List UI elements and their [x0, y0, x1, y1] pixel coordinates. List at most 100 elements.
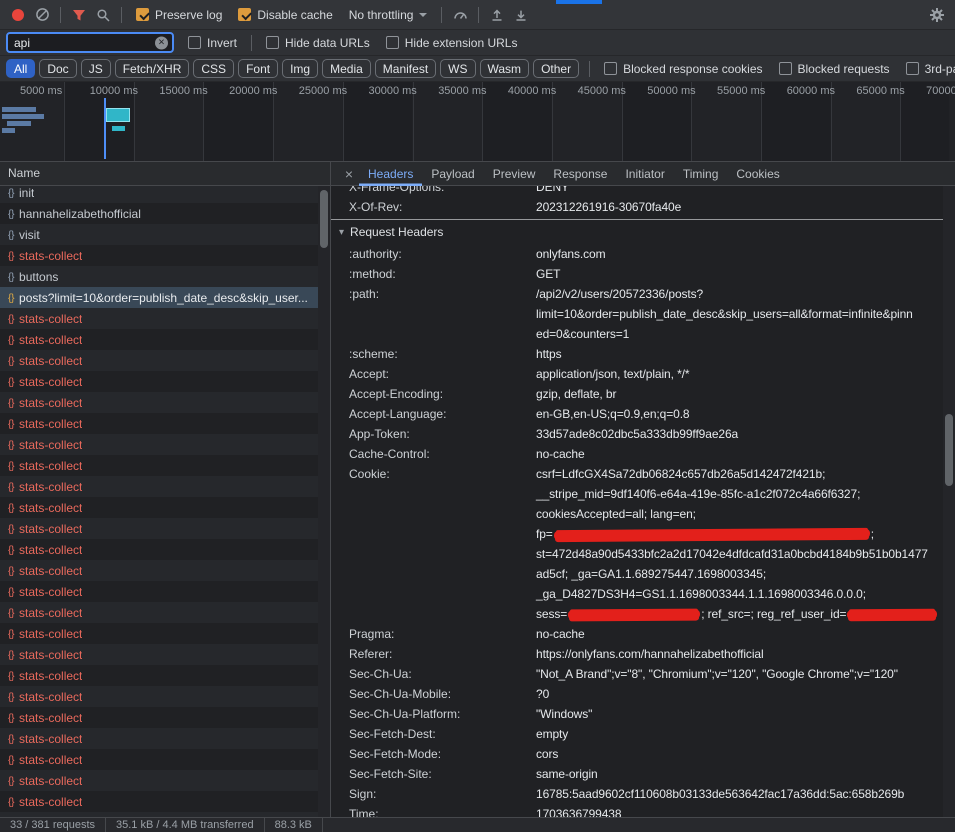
tab-response[interactable]: Response: [544, 162, 616, 186]
filter-checkbox-blocked-response-cookies[interactable]: Blocked response cookies: [604, 62, 762, 76]
request-row[interactable]: {}stats-collect: [0, 413, 318, 434]
type-filter-fetchxhr[interactable]: Fetch/XHR: [115, 59, 190, 78]
header-name: Referer:: [349, 644, 536, 664]
type-filter-manifest[interactable]: Manifest: [375, 59, 436, 78]
type-filter-all[interactable]: All: [6, 59, 35, 78]
request-row[interactable]: {}stats-collect: [0, 749, 318, 770]
filter-checkbox-blocked-requests[interactable]: Blocked requests: [779, 62, 890, 76]
export-har-button[interactable]: [509, 3, 533, 27]
request-row[interactable]: {}hannahelizabethofficial: [0, 203, 318, 224]
clear-button[interactable]: [30, 3, 54, 27]
devtools-network-panel: Preserve log Disable cache No throttling: [0, 0, 955, 832]
header-value: DENY: [536, 186, 943, 197]
header-row: Referer:https://onlyfans.com/hannaheliza…: [331, 644, 943, 664]
request-row[interactable]: {}stats-collect: [0, 245, 318, 266]
overview-strip[interactable]: 5000 ms10000 ms15000 ms20000 ms25000 ms3…: [0, 82, 955, 162]
request-row[interactable]: {}stats-collect: [0, 581, 318, 602]
script-icon: {}: [8, 712, 14, 724]
script-icon: {}: [8, 418, 14, 430]
request-row[interactable]: {}stats-collect: [0, 329, 318, 350]
type-filter-doc[interactable]: Doc: [39, 59, 76, 78]
request-row[interactable]: {}buttons: [0, 266, 318, 287]
record-button[interactable]: [6, 3, 30, 27]
header-text: limit=10&order=publish_date_desc&skip_us…: [536, 307, 913, 321]
request-row[interactable]: {}stats-collect: [0, 644, 318, 665]
header-row: Sec-Fetch-Mode:cors: [331, 744, 943, 764]
header-value-line: same-origin: [536, 764, 943, 784]
scrollbar-thumb[interactable]: [320, 190, 328, 248]
tab-headers[interactable]: Headers: [359, 162, 422, 186]
invert-checkbox[interactable]: Invert: [188, 36, 237, 50]
request-row[interactable]: {}posts?limit=10&order=publish_date_desc…: [0, 287, 318, 308]
filter-button[interactable]: [67, 3, 91, 27]
request-row[interactable]: {}visit: [0, 224, 318, 245]
clear-filter-icon[interactable]: ×: [155, 36, 168, 49]
type-filter-ws[interactable]: WS: [440, 59, 475, 78]
throttling-select[interactable]: No throttling: [349, 8, 428, 22]
tab-preview[interactable]: Preview: [484, 162, 545, 186]
request-row[interactable]: {}stats-collect: [0, 602, 318, 623]
request-row[interactable]: {}init: [0, 186, 318, 203]
request-row[interactable]: {}stats-collect: [0, 455, 318, 476]
tab-timing[interactable]: Timing: [674, 162, 728, 186]
header-text: onlyfans.com: [536, 247, 606, 261]
settings-button[interactable]: [925, 3, 949, 27]
network-conditions-button[interactable]: [448, 3, 472, 27]
hide-extension-urls-checkbox[interactable]: Hide extension URLs: [386, 36, 518, 50]
request-row[interactable]: {}stats-collect: [0, 497, 318, 518]
request-row[interactable]: {}stats-collect: [0, 371, 318, 392]
request-row[interactable]: {}stats-collect: [0, 308, 318, 329]
section-title: Request Headers: [350, 225, 443, 239]
type-filter-wasm[interactable]: Wasm: [480, 59, 530, 78]
header-value: 16785:5aad9602cf110608b03133de563642fac1…: [536, 784, 943, 804]
request-row[interactable]: {}stats-collect: [0, 623, 318, 644]
header-row: Cookie:csrf=LdfcGX4Sa72db06824c657db26a5…: [331, 464, 943, 624]
checkbox-label: Hide data URLs: [285, 36, 370, 50]
tab-payload[interactable]: Payload: [422, 162, 483, 186]
redaction-scribble: [847, 610, 937, 620]
type-filter-css[interactable]: CSS: [193, 59, 234, 78]
checkbox-label: 3rd-party requests: [925, 62, 955, 76]
header-value: onlyfans.com: [536, 244, 943, 264]
script-icon: {}: [8, 250, 14, 262]
request-row[interactable]: {}stats-collect: [0, 728, 318, 749]
script-icon: {}: [8, 649, 14, 661]
tab-cookies[interactable]: Cookies: [727, 162, 788, 186]
overview-tick-label: 65000 ms: [856, 85, 904, 97]
name-column-header[interactable]: Name: [0, 162, 330, 186]
filter-checkbox-3rd-party-requests[interactable]: 3rd-party requests: [906, 62, 955, 76]
search-button[interactable]: [91, 3, 115, 27]
close-panel-icon[interactable]: ×: [339, 166, 359, 182]
tab-initiator[interactable]: Initiator: [616, 162, 673, 186]
request-row[interactable]: {}stats-collect: [0, 686, 318, 707]
filter-funnel-icon: [72, 8, 86, 22]
request-headers-section[interactable]: ▾ Request Headers: [331, 219, 943, 244]
request-row[interactable]: {}stats-collect: [0, 350, 318, 371]
type-filter-other[interactable]: Other: [533, 59, 579, 78]
type-filter-js[interactable]: JS: [81, 59, 111, 78]
request-row[interactable]: {}stats-collect: [0, 539, 318, 560]
header-row: X-Frame-Options:DENY: [331, 186, 943, 197]
scrollbar-thumb[interactable]: [945, 414, 953, 486]
hide-data-urls-checkbox[interactable]: Hide data URLs: [266, 36, 370, 50]
type-filter-font[interactable]: Font: [238, 59, 278, 78]
request-row[interactable]: {}stats-collect: [0, 518, 318, 539]
details-scrollbar[interactable]: [943, 186, 955, 817]
request-row[interactable]: {}stats-collect: [0, 665, 318, 686]
preserve-log-checkbox[interactable]: Preserve log: [136, 8, 222, 22]
type-filter-img[interactable]: Img: [282, 59, 318, 78]
network-filter-input[interactable]: [6, 32, 174, 53]
import-har-button[interactable]: [485, 3, 509, 27]
header-value-line: "Windows": [536, 704, 943, 724]
request-list-scrollbar[interactable]: [318, 186, 330, 817]
request-row[interactable]: {}stats-collect: [0, 476, 318, 497]
type-filter-media[interactable]: Media: [322, 59, 371, 78]
request-row[interactable]: {}stats-collect: [0, 434, 318, 455]
request-row[interactable]: {}stats-collect: [0, 707, 318, 728]
disable-cache-checkbox[interactable]: Disable cache: [238, 8, 332, 22]
header-value-line: no-cache: [536, 624, 943, 644]
request-row[interactable]: {}stats-collect: [0, 791, 318, 812]
request-row[interactable]: {}stats-collect: [0, 560, 318, 581]
request-row[interactable]: {}stats-collect: [0, 392, 318, 413]
request-row[interactable]: {}stats-collect: [0, 770, 318, 791]
